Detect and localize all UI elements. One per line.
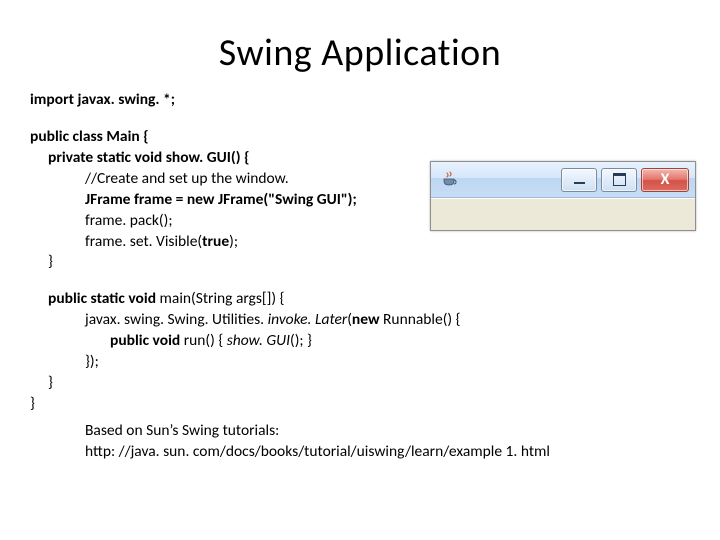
code-line: }); bbox=[85, 352, 690, 373]
minimize-icon bbox=[574, 182, 585, 184]
code-block: import javax. swing. *; public class Mai… bbox=[30, 90, 690, 415]
maximize-button[interactable] bbox=[601, 168, 637, 192]
code-line: public class Main { bbox=[30, 127, 690, 148]
code-line: frame. set. Visible(true); bbox=[85, 232, 690, 253]
code-line: import javax. swing. *; bbox=[30, 90, 690, 111]
code-line: } bbox=[48, 373, 690, 394]
footer-line: Based on Sun’s Swing tutorials: bbox=[85, 421, 690, 442]
code-line: } bbox=[30, 394, 690, 415]
slide-title: Swing Application bbox=[30, 30, 690, 76]
swing-window-screenshot: X bbox=[430, 161, 696, 231]
java-icon bbox=[439, 170, 459, 190]
close-button[interactable]: X bbox=[641, 168, 689, 192]
maximize-icon bbox=[613, 173, 626, 186]
code-line: public void run() { show. GUI(); } bbox=[110, 331, 690, 352]
code-line: } bbox=[48, 252, 690, 273]
minimize-button[interactable] bbox=[561, 168, 597, 192]
close-icon: X bbox=[661, 170, 670, 189]
code-line: javax. swing. Swing. Utilities. invoke. … bbox=[85, 310, 690, 331]
footer-text: Based on Sun’s Swing tutorials: http: //… bbox=[85, 421, 690, 463]
window-body bbox=[431, 198, 695, 229]
footer-link: http: //java. sun. com/docs/books/tutori… bbox=[85, 442, 690, 463]
window-titlebar: X bbox=[431, 162, 695, 198]
code-line: public static void main(String args[]) { bbox=[48, 289, 690, 310]
